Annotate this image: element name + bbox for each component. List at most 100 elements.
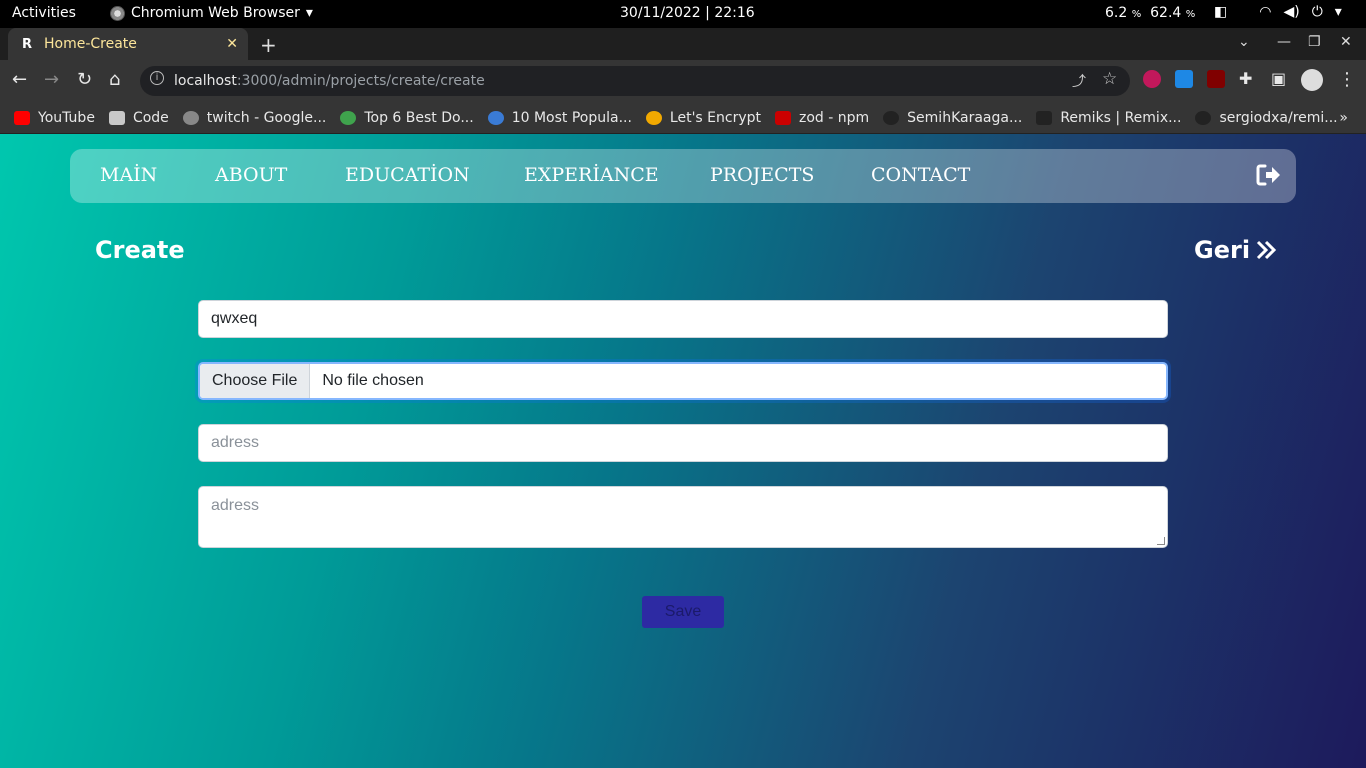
address-textarea[interactable]: adress xyxy=(198,486,1168,548)
cpu-percent-sign: % xyxy=(1131,9,1142,20)
youtube-icon xyxy=(14,110,30,125)
choose-file-button[interactable]: Choose File xyxy=(200,364,311,398)
bookmark-semihkaraaga[interactable]: SemihKaraaga... xyxy=(883,110,1022,126)
bookmark-star-icon[interactable]: ☆ xyxy=(1102,69,1117,89)
site-navbar: MAİN ABOUT EDUCATİON EXPERİANCE PROJECTS… xyxy=(70,149,1296,203)
github-icon xyxy=(1195,110,1212,125)
remix-icon xyxy=(1036,110,1053,125)
bookmark-10-most-popular[interactable]: 10 Most Popula... xyxy=(487,109,632,126)
profile-avatar-icon[interactable] xyxy=(1301,69,1323,91)
bookmark-label: sergiodxa/remi... xyxy=(1219,109,1338,126)
double-chevron-right-icon xyxy=(1256,240,1277,260)
bookmark-lets-encrypt[interactable]: Let's Encrypt xyxy=(645,109,762,126)
npm-icon xyxy=(775,110,792,125)
side-panel-icon[interactable]: ▣ xyxy=(1271,69,1286,88)
sun-icon xyxy=(645,110,662,125)
site-info-icon[interactable]: i xyxy=(150,71,164,85)
reload-icon[interactable]: ↻ xyxy=(77,69,92,90)
resize-handle-icon[interactable] xyxy=(1157,537,1165,545)
tab-strip: R Home-Create ✕ + ⌄ — ❐ ✕ xyxy=(0,28,1366,60)
power-icon: ⏻ xyxy=(1311,4,1323,20)
remix-favicon-icon: R xyxy=(22,36,33,52)
back-arrow-icon[interactable]: ← xyxy=(12,69,27,90)
ublock-icon[interactable] xyxy=(1207,70,1225,88)
logout-icon[interactable] xyxy=(1254,161,1282,189)
bookmarks-overflow-button[interactable]: » xyxy=(1339,110,1348,126)
save-button[interactable]: Save xyxy=(642,596,724,628)
close-window-button[interactable]: ✕ xyxy=(1340,34,1352,50)
file-input[interactable]: Choose File No file chosen xyxy=(198,362,1168,400)
tab-home-create[interactable]: R Home-Create ✕ xyxy=(8,28,248,60)
bookmark-remiks[interactable]: Remiks | Remix... xyxy=(1036,110,1181,126)
volume-icon: ◀) xyxy=(1283,4,1300,20)
address-bar[interactable]: i localhost:3000/admin/projects/create/c… xyxy=(140,66,1130,96)
url-text: localhost:3000/admin/projects/create/cre… xyxy=(174,73,485,89)
bookmark-label: Code xyxy=(132,109,169,126)
nav-link-experiance[interactable]: EXPERİANCE xyxy=(524,164,659,186)
bookmark-label: YouTube xyxy=(38,109,95,126)
textarea-placeholder: adress xyxy=(211,497,260,514)
tab-title: Home-Create xyxy=(44,36,137,52)
memory-usage: 62.4 xyxy=(1150,5,1182,21)
bookmark-label: Let's Encrypt xyxy=(669,109,762,126)
mem-percent-sign: % xyxy=(1185,9,1196,20)
page-content: MAİN ABOUT EDUCATİON EXPERİANCE PROJECTS… xyxy=(0,134,1366,768)
window-switch-icon: ◧ xyxy=(1214,4,1228,20)
back-link-label: Geri xyxy=(1194,236,1251,264)
bookmark-label: twitch - Google... xyxy=(206,109,327,126)
bookmark-label: Remiks | Remix... xyxy=(1060,109,1182,126)
clock-date: 30/11/2022 xyxy=(620,5,701,21)
wifi-icon: ◠ xyxy=(1259,4,1272,20)
bookmark-label: 10 Most Popula... xyxy=(511,109,632,126)
restore-button[interactable]: ❐ xyxy=(1308,34,1321,50)
new-tab-button[interactable]: + xyxy=(260,33,277,57)
file-status-text: No file chosen xyxy=(322,372,424,389)
extensions-puzzle-icon[interactable]: ✚ xyxy=(1239,69,1252,88)
tab-close-icon[interactable]: ✕ xyxy=(226,36,238,52)
address-input[interactable]: adress xyxy=(198,424,1168,462)
gear-icon xyxy=(340,110,357,125)
clock-time: 22:16 xyxy=(714,5,755,21)
activities-button[interactable]: Activities xyxy=(12,5,76,21)
kebab-menu-icon[interactable]: ⋮ xyxy=(1338,69,1356,90)
system-tray[interactable]: ◧ ◠ ◀) ⏻ ▾ xyxy=(1214,4,1342,20)
clock[interactable]: 30/11/2022 | 22:16 xyxy=(620,5,755,21)
share-icon[interactable]: ⤴ xyxy=(1072,71,1086,91)
url-path: :3000/admin/projects/create/create xyxy=(236,73,485,89)
nav-link-education[interactable]: EDUCATİON xyxy=(345,164,470,186)
bookmark-label: zod - npm xyxy=(799,109,870,126)
bookmark-top6[interactable]: Top 6 Best Do... xyxy=(340,109,474,126)
site-icon xyxy=(487,110,504,125)
chromium-icon xyxy=(110,5,125,21)
bookmark-code[interactable]: Code xyxy=(108,109,169,126)
app-menu-label: Chromium Web Browser xyxy=(131,5,300,21)
cpu-usage: 6.2 xyxy=(1105,5,1128,21)
forward-arrow-icon[interactable]: → xyxy=(44,69,59,90)
bookmark-youtube[interactable]: YouTube xyxy=(14,110,95,126)
page-title: Create xyxy=(95,236,185,264)
bookmark-label: Top 6 Best Do... xyxy=(364,109,474,126)
bookmark-twitch[interactable]: twitch - Google... xyxy=(182,109,327,126)
title-input[interactable]: qwxeq xyxy=(198,300,1168,338)
caret-down-icon: ▾ xyxy=(305,5,313,21)
extension-icon-2[interactable] xyxy=(1175,70,1193,88)
extension-icon-1[interactable] xyxy=(1143,70,1161,88)
tray-caret-icon: ▾ xyxy=(1334,4,1342,20)
home-icon[interactable]: ⌂ xyxy=(109,69,120,90)
browser-toolbar: ← → ↻ ⌂ i localhost:3000/admin/projects/… xyxy=(0,60,1366,102)
app-menu[interactable]: Chromium Web Browser ▾ xyxy=(110,5,313,21)
github-icon xyxy=(883,110,900,125)
system-stats[interactable]: 6.2 % 62.4 % xyxy=(1105,5,1195,21)
nav-link-main[interactable]: MAİN xyxy=(100,164,157,186)
minimize-button[interactable]: — xyxy=(1277,34,1291,50)
globe-icon xyxy=(182,110,199,125)
nav-link-contact[interactable]: CONTACT xyxy=(871,164,970,186)
nav-link-about[interactable]: ABOUT xyxy=(215,164,287,186)
bookmark-sergiodxa[interactable]: sergiodxa/remi... xyxy=(1195,109,1338,126)
bookmark-zod-npm[interactable]: zod - npm xyxy=(775,110,869,126)
tab-search-icon[interactable]: ⌄ xyxy=(1238,34,1250,50)
nav-link-projects[interactable]: PROJECTS xyxy=(710,164,814,186)
system-top-bar: Activities Chromium Web Browser ▾ 30/11/… xyxy=(0,0,1366,28)
back-link[interactable]: Geri xyxy=(1194,236,1278,264)
bookmark-label: SemihKaraaga... xyxy=(907,109,1023,126)
